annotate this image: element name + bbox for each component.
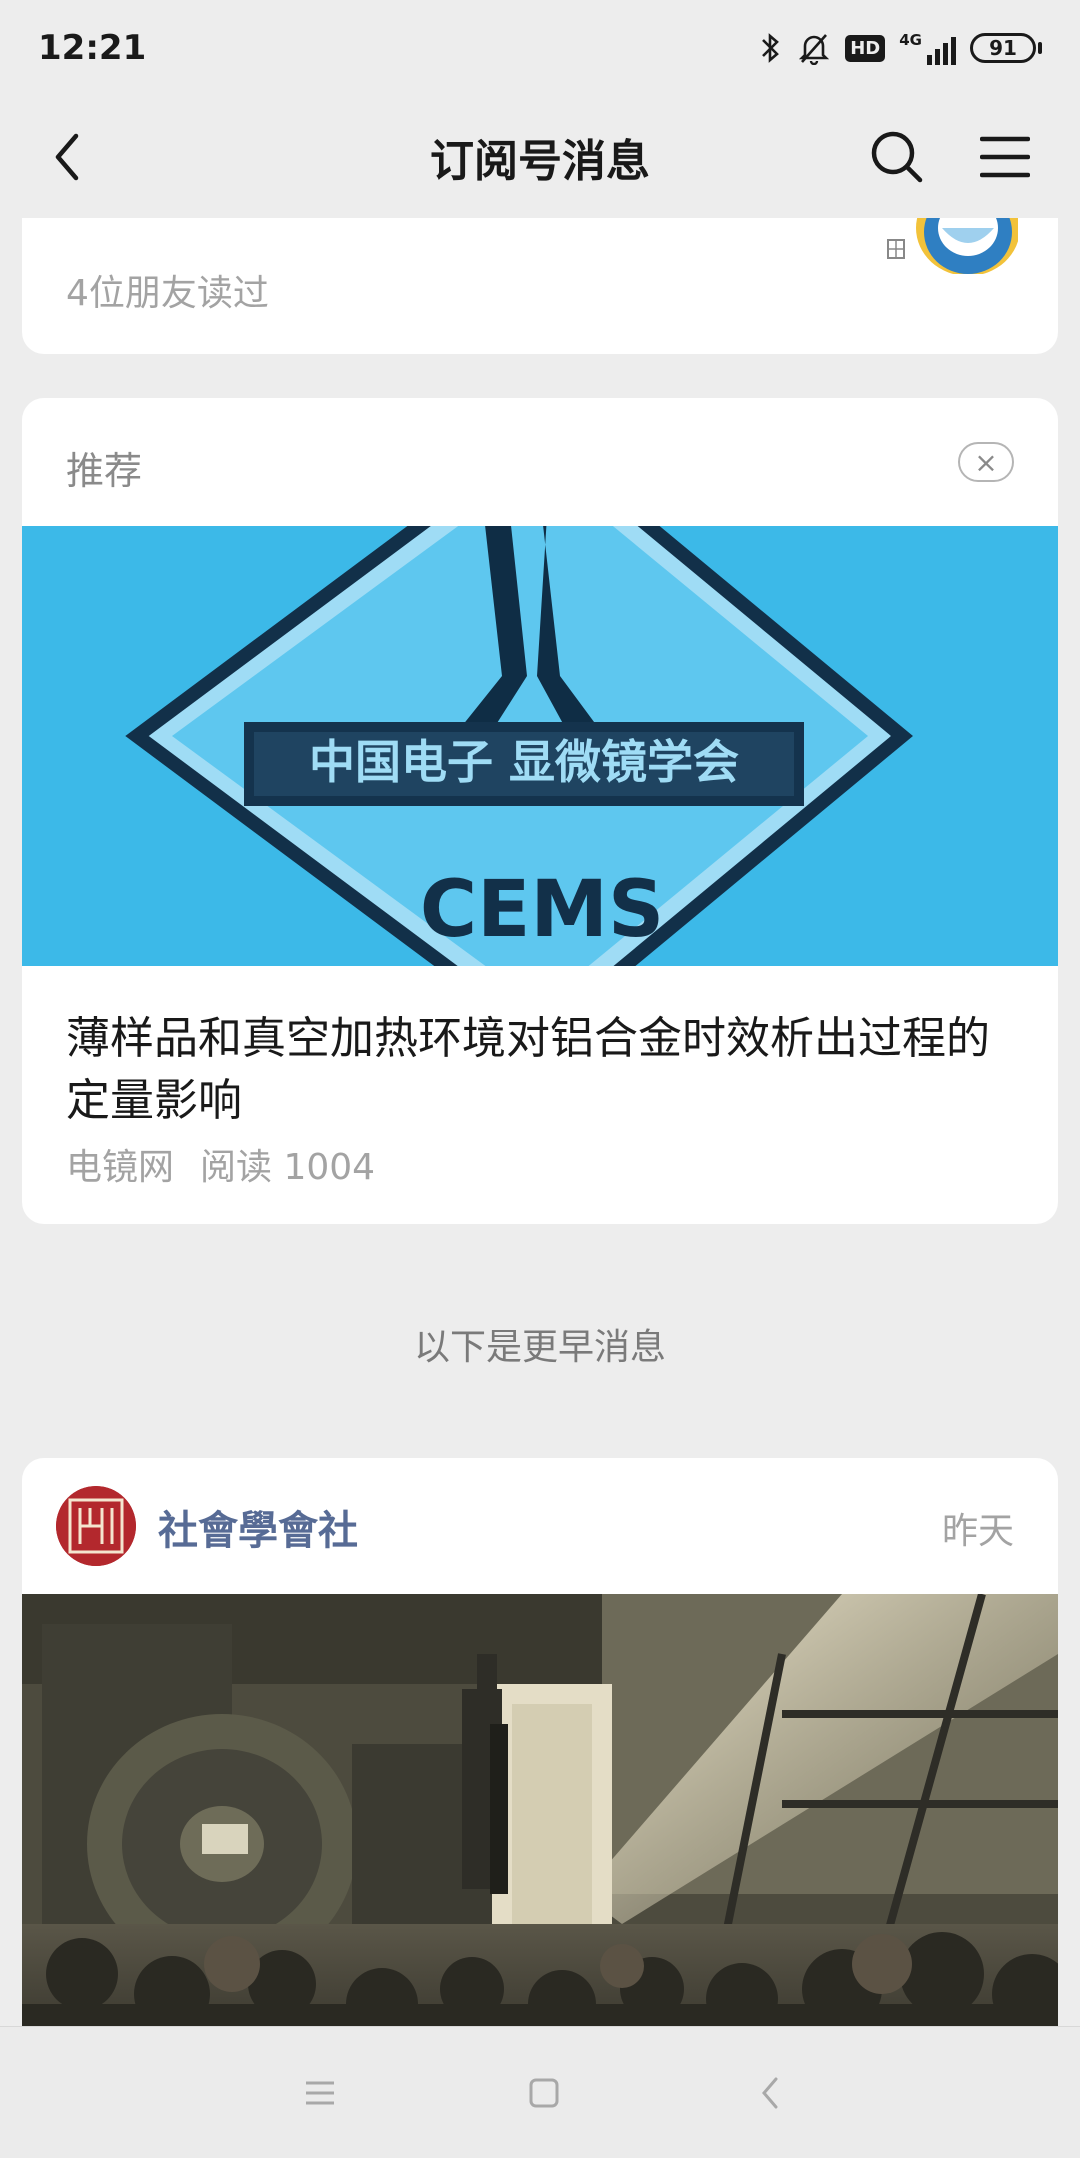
status-icons: HD 4G 91 xyxy=(759,31,1042,65)
article-thumbnail xyxy=(887,218,1018,274)
recommend-meta: 电镜网 阅读 1004 xyxy=(66,1138,375,1190)
recommend-cover-image[interactable]: 中国电子 显微镜学会 CEMS xyxy=(22,526,1058,966)
article-cover-image[interactable] xyxy=(22,1594,1058,2026)
recent-apps-icon xyxy=(306,2081,334,2105)
page-title: 订阅号消息 xyxy=(430,136,650,187)
message-time: 昨天 xyxy=(941,1511,1014,1552)
nav-bar: 订阅号消息 xyxy=(0,96,1080,218)
mute-bell-icon xyxy=(799,34,830,65)
recommend-card[interactable]: 推荐 × 中国电子 显微镜学会 CEMS 薄样品和真空加热环境对铝合金时效析出过… xyxy=(22,398,1058,1224)
logo-band-text: 中国电子 显微镜学会 xyxy=(309,735,739,789)
close-icon: × xyxy=(974,445,998,479)
status-bar: 12:21 HD 4G 91 xyxy=(0,0,1080,96)
search-button[interactable] xyxy=(864,124,930,190)
back-arrow-icon xyxy=(55,133,79,181)
home-icon xyxy=(529,2078,559,2108)
hd-icon: HD xyxy=(845,34,886,62)
account-message-card[interactable]: 社會學會社 昨天 xyxy=(22,1458,1058,2026)
menu-icon xyxy=(980,136,1030,178)
recommend-read-count: 阅读 1004 xyxy=(200,1147,376,1188)
recommend-source: 电镜网 xyxy=(66,1147,175,1188)
cems-logo-image: 中国电子 显微镜学会 CEMS xyxy=(22,526,1058,966)
search-icon xyxy=(871,131,923,183)
battery-icon: 91 xyxy=(970,33,1042,63)
system-back-button[interactable] xyxy=(748,2071,792,2115)
menu-button[interactable] xyxy=(972,124,1038,190)
signal-icon: 4G xyxy=(899,31,956,65)
bluetooth-icon xyxy=(762,33,780,63)
logo-cems-text: CEMS xyxy=(420,865,664,955)
system-navigation-bar xyxy=(0,2026,1080,2158)
friends-read-label: 4位朋友读过 xyxy=(66,273,269,314)
back-button[interactable] xyxy=(34,124,100,190)
earlier-messages-divider: 以下是更早消息 xyxy=(413,1327,666,1368)
recommend-header: 推荐 xyxy=(66,449,143,493)
network-label: 4G xyxy=(899,31,922,49)
home-button[interactable] xyxy=(522,2071,566,2115)
article-card-previous[interactable]: 4位朋友读过 xyxy=(22,218,1058,354)
train-crowd-photo xyxy=(22,1594,1058,2026)
account-name[interactable]: 社會學會社 xyxy=(158,1498,358,1556)
avatar[interactable] xyxy=(56,1486,136,1566)
recent-apps-button[interactable] xyxy=(298,2071,342,2115)
message-list[interactable]: 4位朋友读过 推荐 × 中国电子 显微镜学会 CEMS 薄样品和真空加热环境对铝… xyxy=(0,218,1080,2026)
status-time: 12:21 xyxy=(38,28,147,68)
back-icon xyxy=(762,2077,778,2109)
recommend-article-title[interactable]: 薄样品和真空加热环境对铝合金时效析出过程的定量影响 xyxy=(66,1008,1026,1132)
close-recommend-button[interactable]: × xyxy=(958,442,1014,482)
seal-logo-icon xyxy=(56,1486,136,1566)
battery-level: 91 xyxy=(970,33,1036,63)
